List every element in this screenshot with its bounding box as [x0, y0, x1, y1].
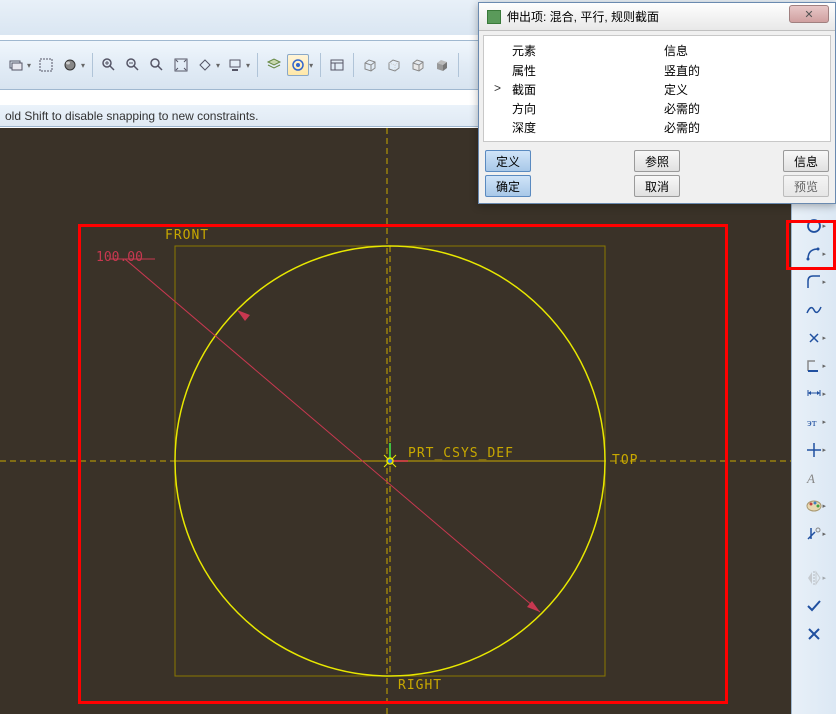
header-element: 元素	[494, 42, 654, 59]
dialog-row[interactable]: 深度 必需的	[484, 118, 830, 137]
dropdown-arrow-icon[interactable]: ▾	[309, 61, 313, 70]
view-manager-icon[interactable]	[326, 54, 348, 76]
dialog-row[interactable]: > 截面 定义	[484, 80, 830, 99]
dialog-title: 伸出项: 混合, 平行, 规则截面	[507, 8, 659, 25]
box-select-icon[interactable]	[35, 54, 57, 76]
mirror-tool-icon[interactable]: ▸	[800, 568, 828, 588]
hidden-line-icon[interactable]	[383, 54, 405, 76]
zoom-out-icon[interactable]	[122, 54, 144, 76]
define-button[interactable]: 定义	[485, 150, 531, 172]
text-tool-icon[interactable]: A	[800, 468, 828, 488]
zoom-in-icon[interactable]	[98, 54, 120, 76]
refit-icon[interactable]	[170, 54, 192, 76]
orient-icon[interactable]	[194, 54, 216, 76]
dialog-icon	[487, 10, 501, 24]
header-info: 信息	[654, 42, 820, 59]
sketch-tools-panel: ▸ ▸ ▸ ▸ ▸ ▸ ▸ эт ▸ ▸ A ▸ ▸	[791, 128, 836, 714]
spline-tool-icon[interactable]	[800, 300, 828, 320]
cancel-icon[interactable]	[800, 624, 828, 644]
front-datum-label: FRONT	[165, 228, 209, 243]
layers-icon[interactable]	[263, 54, 285, 76]
view-layers-icon[interactable]	[5, 54, 27, 76]
saved-view-icon[interactable]	[224, 54, 246, 76]
csys-label: PRT_CSYS_DEF	[408, 446, 514, 461]
palette-tool-icon[interactable]: ▸	[800, 496, 828, 516]
dropdown-arrow-icon[interactable]: ▾	[27, 61, 31, 70]
sphere-icon[interactable]	[59, 54, 81, 76]
constraint-tool-icon[interactable]: ▸	[800, 440, 828, 460]
done-icon[interactable]	[800, 596, 828, 616]
modify-tool-icon[interactable]: эт ▸	[800, 412, 828, 432]
dialog-titlebar[interactable]: 伸出项: 混合, 平行, 规则截面 ✕	[479, 3, 835, 31]
arc-tool-icon[interactable]: ▸	[800, 244, 828, 264]
no-hidden-icon[interactable]	[407, 54, 429, 76]
top-datum-label: TOP	[612, 453, 638, 468]
close-button[interactable]: ✕	[789, 5, 829, 23]
shading-icon[interactable]	[431, 54, 453, 76]
protrusion-dialog: 伸出项: 混合, 平行, 规则截面 ✕ 元素 信息 属性 竖直的 > 截面 定义…	[478, 2, 836, 204]
right-datum-label: RIGHT	[398, 678, 442, 693]
sketch-viewport[interactable]: FRONT TOP RIGHT PRT_CSYS_DEF 100.00	[0, 128, 791, 714]
dimension-value[interactable]: 100.00	[96, 250, 143, 265]
fillet-tool-icon[interactable]: ▸	[800, 272, 828, 292]
svg-text:эт: эт	[807, 417, 817, 429]
cancel-button[interactable]: 取消	[634, 175, 680, 197]
circle-tool-icon[interactable]: ▸	[800, 216, 828, 236]
trim-tool-icon[interactable]: ▸	[800, 524, 828, 544]
svg-text:A: A	[806, 471, 815, 486]
point-tool-icon[interactable]: ▸	[800, 328, 828, 348]
info-button[interactable]: 信息	[783, 150, 829, 172]
dropdown-arrow-icon[interactable]: ▾	[216, 61, 220, 70]
dimension-tool-icon[interactable]: ▸	[800, 384, 828, 404]
datum-display-icon[interactable]	[287, 54, 309, 76]
dialog-row[interactable]: 属性 竖直的	[484, 61, 830, 80]
dropdown-arrow-icon[interactable]: ▾	[246, 61, 250, 70]
ref-button[interactable]: 参照	[634, 150, 680, 172]
wireframe-icon[interactable]	[359, 54, 381, 76]
dropdown-arrow-icon[interactable]: ▾	[81, 61, 85, 70]
use-edge-tool-icon[interactable]: ▸	[800, 356, 828, 376]
dialog-row[interactable]: 方向 必需的	[484, 99, 830, 118]
dialog-list: 元素 信息 属性 竖直的 > 截面 定义 方向 必需的 深度 必需的	[483, 35, 831, 142]
ok-button[interactable]: 确定	[485, 175, 531, 197]
zoom-fit-icon[interactable]	[146, 54, 168, 76]
preview-button[interactable]: 预览	[783, 175, 829, 197]
